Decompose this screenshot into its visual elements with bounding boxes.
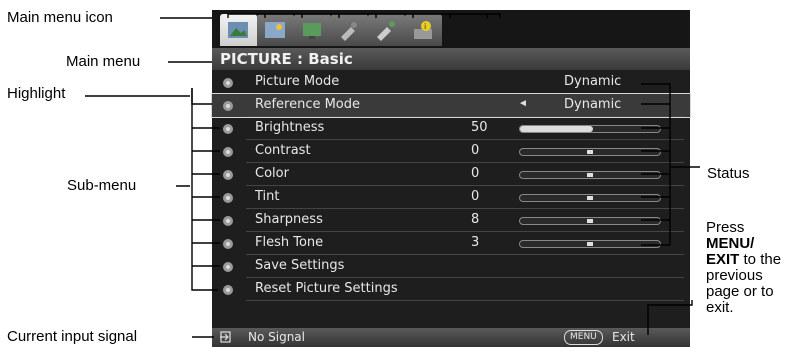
sub-menu-label: Save Settings <box>255 258 345 273</box>
menu-keyword: MENU/ <box>706 235 755 252</box>
callout-current-input-signal: Current input signal <box>7 328 138 345</box>
svg-text:i: i <box>424 22 426 31</box>
picture-icon <box>228 22 248 38</box>
callout-press-menu-exit: Press MENU/ EXIT to the previous page or… <box>706 220 788 316</box>
press-line-2: MENU/ <box>706 236 788 252</box>
slider-knob[interactable] <box>587 196 593 200</box>
left-arrow-icon[interactable]: ◄ <box>518 98 528 109</box>
picture-advanced-icon <box>265 22 285 38</box>
setting-value: 0 <box>471 143 480 158</box>
sub-menu-item-brightness[interactable]: Brightness 50 <box>212 117 690 140</box>
color-icon <box>222 168 234 180</box>
main-menu-tab-information[interactable]: i <box>405 14 442 46</box>
picture-mode-icon <box>222 76 234 88</box>
slider-knob[interactable] <box>587 150 593 154</box>
setup-advanced-icon <box>377 21 395 41</box>
sub-menu-label: Color <box>255 166 289 181</box>
exit-label: Exit <box>612 330 635 344</box>
setting-slider[interactable] <box>519 148 661 156</box>
sub-menu-item-sharpness[interactable]: Sharpness 8 <box>212 209 690 232</box>
setting-slider[interactable] <box>519 194 661 202</box>
sub-menu-label: Tint <box>255 189 280 204</box>
slider-knob[interactable] <box>587 173 593 177</box>
osd-menu: i PICTURE : Basic Picture Mode Dynamic Ref… <box>211 10 691 347</box>
contrast-icon <box>222 145 234 157</box>
setting-status: Dynamic <box>564 74 622 89</box>
sub-menu-label: Sharpness <box>255 212 323 227</box>
sub-menu-item-reference-mode[interactable]: Reference Mode Dynamic ◄ <box>211 93 691 118</box>
press-line-3: EXIT to the <box>706 252 788 268</box>
display-icon <box>303 23 321 39</box>
main-menu-tab-setup-basic[interactable] <box>331 14 368 46</box>
row-divider <box>246 300 684 301</box>
sub-menu-item-flesh-tone[interactable]: Flesh Tone 3 <box>212 232 690 255</box>
status-bar: No Signal MENU Exit <box>212 328 690 347</box>
sub-menu-label: Brightness <box>255 120 325 135</box>
sub-menu-label: Flesh Tone <box>255 235 324 250</box>
press-line-3-rest: to the <box>739 251 782 268</box>
reset-icon <box>222 283 234 295</box>
sub-menu-label: Reference Mode <box>255 97 361 112</box>
menu-key-badge: MENU <box>564 330 603 345</box>
sub-menu-item-tint[interactable]: Tint 0 <box>212 186 690 209</box>
flesh-tone-icon <box>222 237 234 249</box>
callout-main-menu-icon: Main menu icon <box>7 9 113 26</box>
current-input-signal: No Signal <box>248 330 305 344</box>
sub-menu-item-color[interactable]: Color 0 <box>212 163 690 186</box>
press-line-6: exit. <box>706 299 734 316</box>
brightness-icon <box>222 122 234 134</box>
main-menu-tab-display[interactable] <box>294 14 331 46</box>
input-source-icon <box>220 331 231 343</box>
press-line-4: previous <box>706 267 763 284</box>
callout-highlight: Highlight <box>7 85 66 102</box>
callout-status: Status <box>707 165 750 182</box>
callout-sub-menu: Sub-menu <box>67 177 137 194</box>
sub-menu-item-picture-mode[interactable]: Picture Mode Dynamic <box>212 71 690 94</box>
main-menu-tab-setup-advanced[interactable] <box>368 14 405 46</box>
main-menu-title: PICTURE : Basic <box>220 50 353 68</box>
setting-slider[interactable] <box>519 240 661 248</box>
main-menu-title-bar: PICTURE : Basic <box>212 48 690 70</box>
slider-knob[interactable] <box>587 242 593 246</box>
sub-menu-item-reset-picture-settings[interactable]: Reset Picture Settings <box>212 278 690 301</box>
setting-slider[interactable] <box>519 125 661 133</box>
press-line-1: Press <box>706 219 745 236</box>
press-line-5: page or to <box>706 283 774 300</box>
information-icon: i <box>414 21 432 39</box>
setting-status: Dynamic <box>564 97 622 112</box>
sub-menu-item-contrast[interactable]: Contrast 0 <box>212 140 690 163</box>
tint-icon <box>222 191 234 203</box>
sub-menu-item-save-settings[interactable]: Save Settings <box>212 255 690 278</box>
slider-fill <box>520 126 593 132</box>
exit-keyword: EXIT <box>706 251 740 268</box>
setting-value: 3 <box>471 235 480 250</box>
sub-menu-label: Picture Mode <box>255 74 340 89</box>
slider-knob[interactable] <box>587 219 593 223</box>
sub-menu-label: Reset Picture Settings <box>255 281 398 296</box>
sharpness-icon <box>222 214 234 226</box>
callout-main-menu: Main menu <box>66 53 141 70</box>
setting-value: 8 <box>471 212 480 227</box>
setting-value: 0 <box>471 189 480 204</box>
main-menu-tab-picture[interactable] <box>220 14 257 46</box>
setting-slider[interactable] <box>519 171 661 179</box>
main-menu-tab-picture-advanced[interactable] <box>257 14 294 46</box>
save-settings-icon <box>222 260 234 272</box>
setup-basic-icon <box>341 22 357 41</box>
setting-slider[interactable] <box>519 217 661 225</box>
main-menu-tab-bar: i <box>212 10 690 48</box>
setting-value: 0 <box>471 166 480 181</box>
sub-menu-label: Contrast <box>255 143 311 158</box>
setting-value: 50 <box>471 120 488 135</box>
reference-mode-icon <box>222 99 234 111</box>
